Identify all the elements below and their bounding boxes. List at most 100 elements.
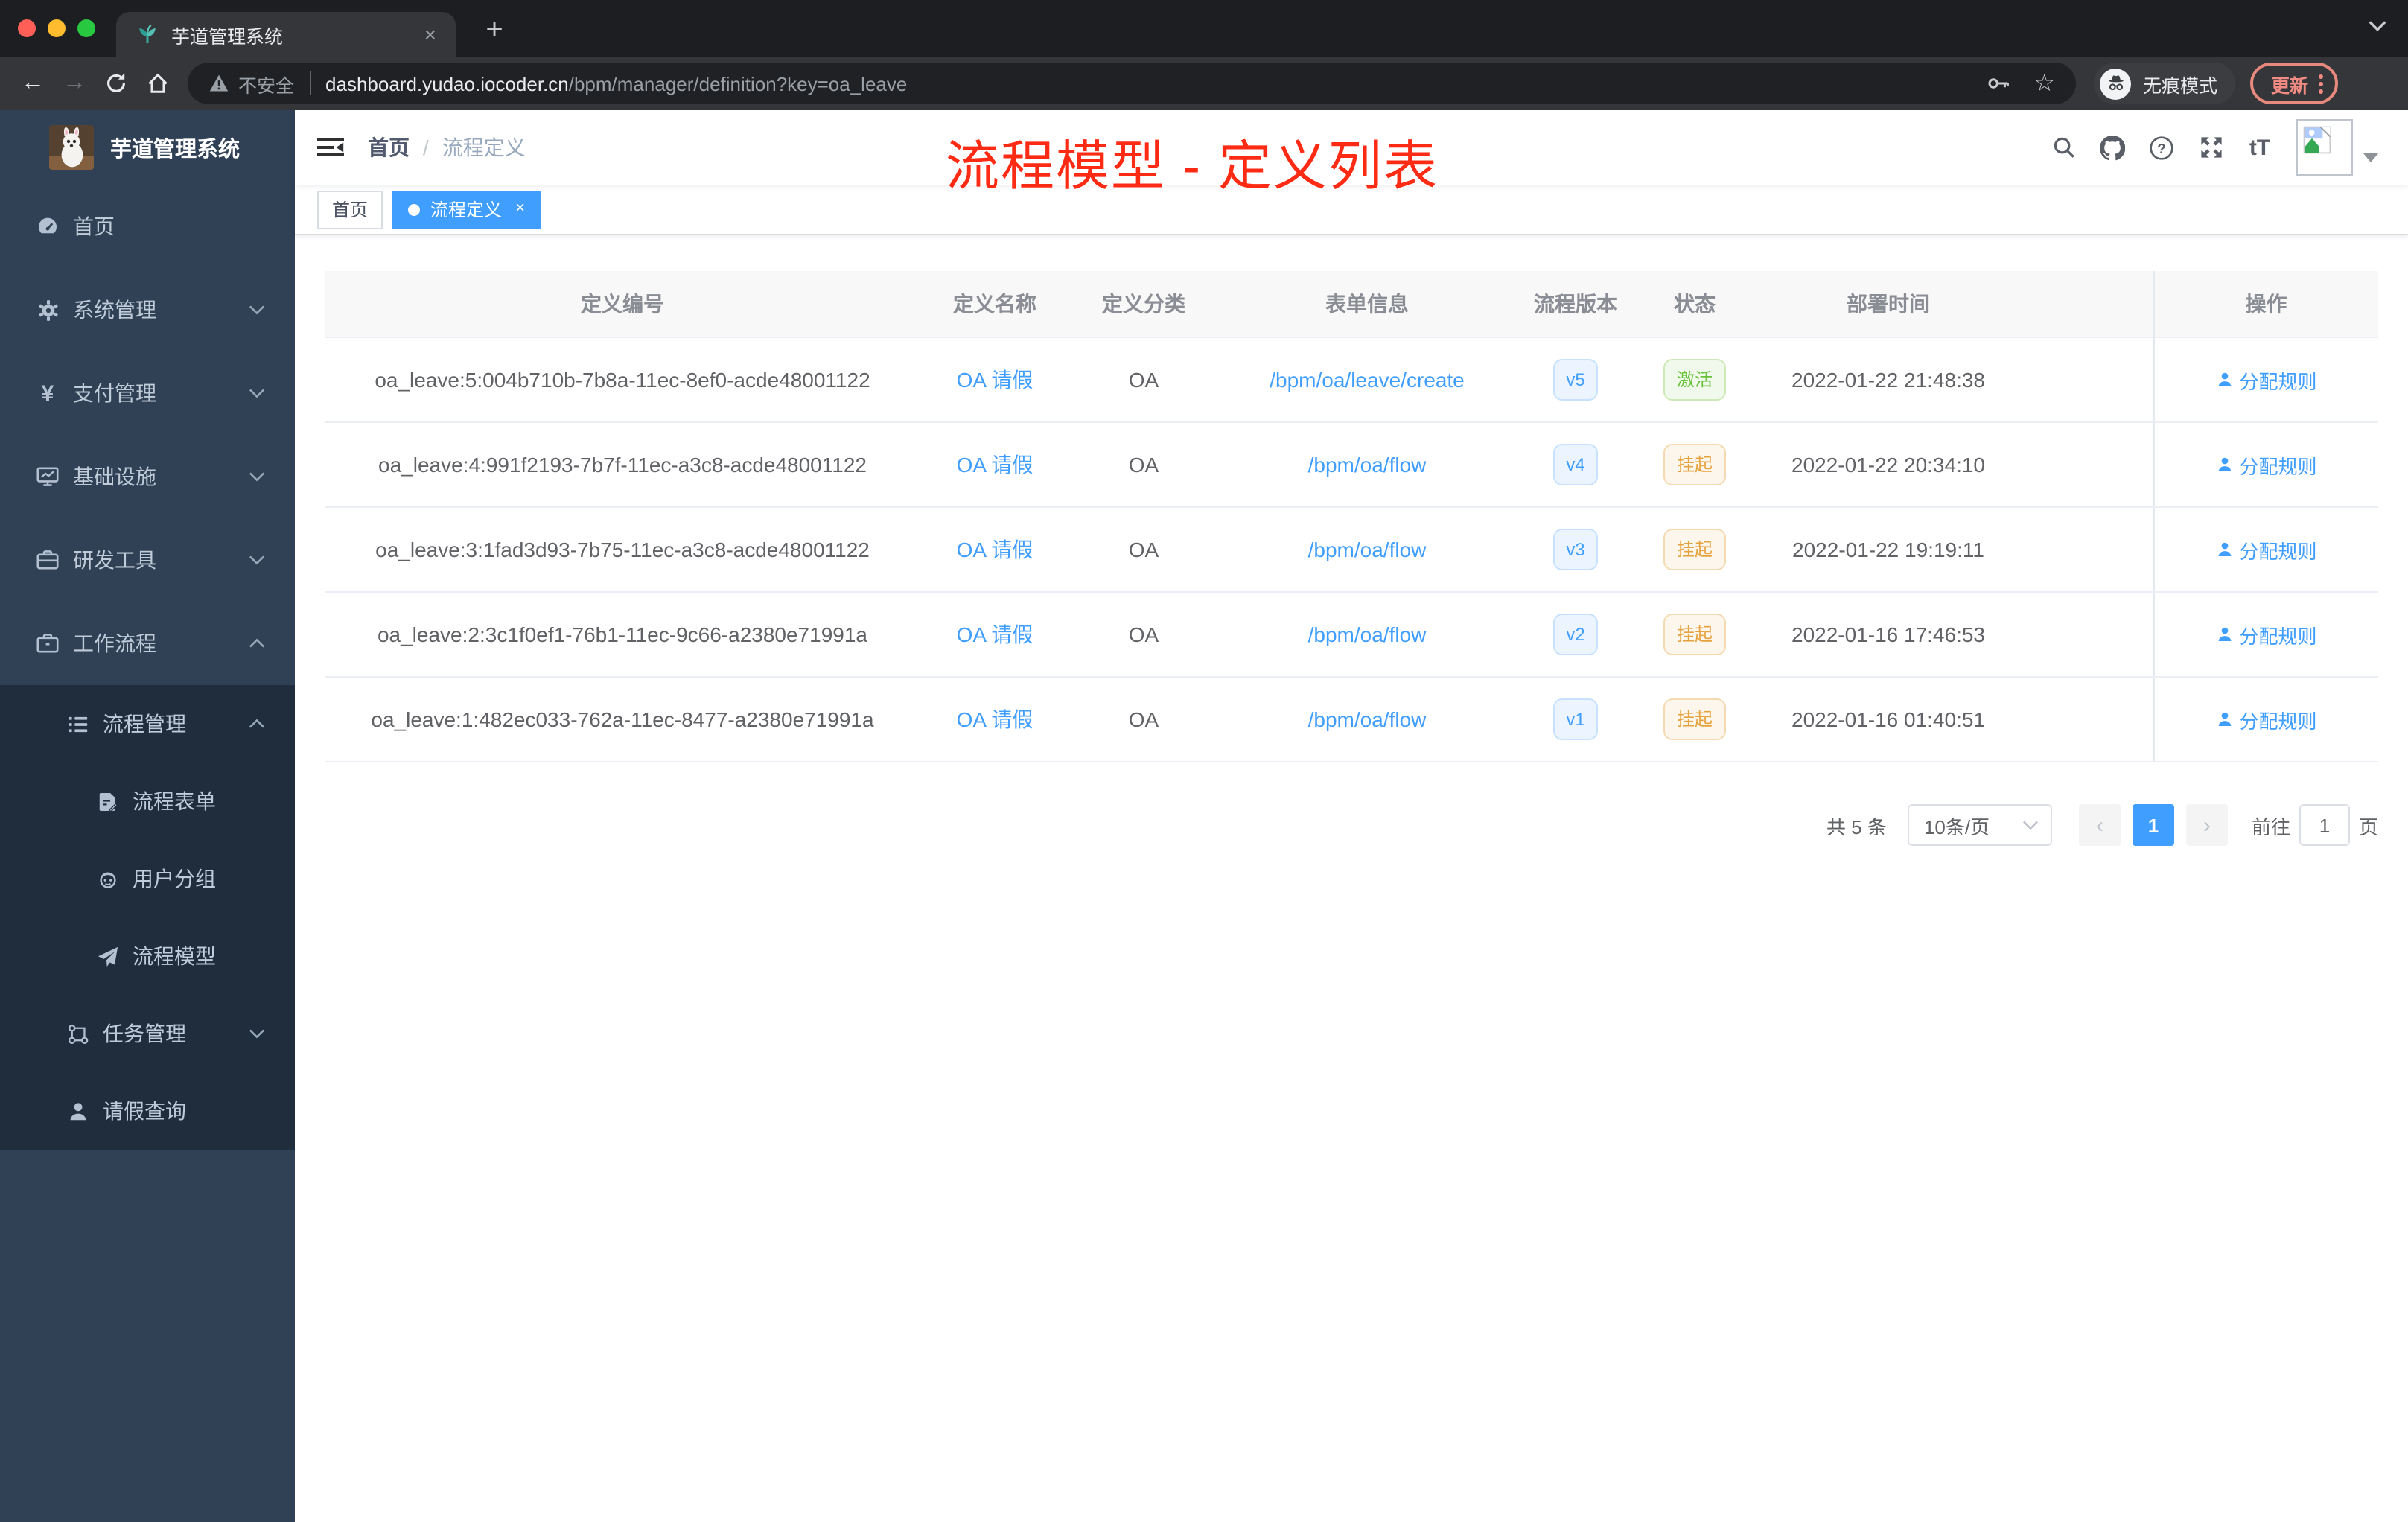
assign-rule-button[interactable]: 分配规则: [2215, 620, 2317, 649]
definition-name-link[interactable]: OA 请假: [957, 453, 1033, 477]
prev-page-button[interactable]: ‹: [2078, 804, 2121, 846]
cell-deployed-at: 2022-01-16 17:46:53: [1754, 592, 2022, 678]
tag-label: 首页: [332, 200, 369, 220]
page-size-value: 10条/页: [1923, 815, 1990, 838]
cell-category: OA: [1069, 592, 1218, 678]
chevron-up-icon: [249, 637, 265, 649]
definition-name-link[interactable]: OA 请假: [957, 538, 1033, 561]
reload-icon[interactable]: [95, 63, 137, 104]
next-page-button[interactable]: ›: [2185, 804, 2228, 846]
page-content: 定义编号 定义名称 定义分类 表单信息 流程版本 状态 部署时间 操作 oa_l…: [295, 235, 2408, 1522]
new-tab-button[interactable]: +: [474, 9, 515, 51]
sidebar-item-workflow[interactable]: 工作流程: [0, 602, 295, 685]
favicon-plant-icon: [136, 22, 159, 46]
version-badge[interactable]: v1: [1552, 698, 1599, 740]
tag-home[interactable]: 首页: [317, 190, 383, 229]
fullscreen-icon[interactable]: [2186, 110, 2235, 185]
sidebar-item-process-management[interactable]: 流程管理: [0, 685, 295, 762]
sidebar-item-label: 研发工具: [73, 548, 156, 572]
sidebar-item-user-group[interactable]: 用户分组: [0, 840, 295, 917]
forward-icon[interactable]: →: [54, 63, 95, 104]
zoom-window-button[interactable]: [77, 19, 95, 37]
sidebar-item-home[interactable]: 首页: [0, 185, 295, 268]
sidebar-item-system[interactable]: 系统管理: [0, 268, 295, 351]
chevron-down-icon: [249, 304, 265, 316]
avatar-dropdown-caret-icon[interactable]: [2363, 153, 2378, 162]
version-badge[interactable]: v2: [1552, 614, 1599, 655]
flow-tree-icon: [66, 1022, 89, 1045]
not-secure-warning-icon: [208, 73, 229, 94]
form-link[interactable]: /bpm/oa/leave/create: [1270, 368, 1465, 392]
search-icon[interactable]: [2039, 110, 2088, 185]
sidebar-fold-icon[interactable]: [317, 136, 344, 159]
version-badge[interactable]: v3: [1552, 529, 1599, 570]
tab-search-chevron-icon[interactable]: [2368, 19, 2387, 33]
tag-label: 流程定义: [430, 200, 503, 220]
current-page-button[interactable]: 1: [2132, 804, 2174, 846]
cell-category: OA: [1069, 337, 1218, 423]
chevron-down-icon: [249, 554, 265, 566]
pagination: 共 5 条 10条/页 ‹ 1 › 前往 1 页: [325, 804, 2378, 846]
definition-name-link[interactable]: OA 请假: [957, 623, 1033, 646]
form-link[interactable]: /bpm/oa/flow: [1308, 707, 1427, 731]
back-icon[interactable]: ←: [12, 63, 54, 104]
address-bar[interactable]: 不安全 dashboard.yudao.iocoder.cn/bpm/manag…: [188, 63, 2076, 104]
pagination-total: 共 5 条: [1826, 815, 1887, 838]
sidebar-item-process-form[interactable]: 流程表单: [0, 762, 295, 840]
breadcrumb-home[interactable]: 首页: [368, 133, 410, 162]
user-icon: [2218, 372, 2231, 386]
tag-close-icon[interactable]: ×: [515, 200, 525, 217]
browser-tab[interactable]: 芋道管理系统 ×: [116, 12, 456, 57]
not-secure-label[interactable]: 不安全: [238, 69, 294, 98]
cell-category: OA: [1069, 677, 1218, 762]
sidebar-logo[interactable]: 芋道管理系统: [0, 110, 295, 185]
tab-close-icon[interactable]: ×: [420, 22, 441, 46]
github-icon[interactable]: [2088, 110, 2137, 185]
sidebar-item-task-management[interactable]: 任务管理: [0, 995, 295, 1072]
sidebar-item-process-model[interactable]: 流程模型: [0, 917, 295, 995]
column-header-category: 定义分类: [1069, 271, 1218, 338]
form-link[interactable]: /bpm/oa/flow: [1308, 453, 1427, 477]
password-key-icon[interactable]: [1986, 71, 2010, 95]
breadcrumb-current: 流程定义: [442, 136, 526, 159]
user-icon: [2218, 627, 2231, 641]
sidebar-item-label: 支付管理: [73, 381, 156, 405]
home-icon[interactable]: [137, 63, 179, 104]
close-window-button[interactable]: [18, 19, 36, 37]
minimize-window-button[interactable]: [48, 19, 66, 37]
text-size-icon[interactable]: tT: [2235, 110, 2284, 185]
browser-update-button[interactable]: 更新: [2250, 63, 2339, 104]
assign-rule-button[interactable]: 分配规则: [2215, 705, 2317, 733]
sidebar-item-dev-tools[interactable]: 研发工具: [0, 518, 295, 602]
assign-rule-button[interactable]: 分配规则: [2215, 366, 2317, 394]
sidebar-item-infrastructure[interactable]: 基础设施: [0, 435, 295, 518]
cell-deployed-at: 2022-01-22 21:48:38: [1754, 337, 2022, 423]
table-row: oa_leave:4:991f2193-7b7f-11ec-a3c8-acde4…: [325, 422, 2378, 508]
page-size-select[interactable]: 10条/页: [1907, 804, 2052, 846]
sidebar-item-leave-query[interactable]: 请假查询: [0, 1072, 295, 1150]
form-link[interactable]: /bpm/oa/flow: [1308, 538, 1427, 561]
yen-icon: ¥: [41, 380, 54, 406]
help-question-icon[interactable]: ?: [2137, 110, 2186, 185]
definition-name-link[interactable]: OA 请假: [957, 368, 1033, 392]
bookmark-star-icon[interactable]: ☆: [2033, 69, 2055, 98]
chevron-down-icon: [249, 1028, 265, 1039]
assign-rule-button[interactable]: 分配规则: [2215, 535, 2317, 564]
sidebar-item-payment[interactable]: ¥ 支付管理: [0, 351, 295, 435]
form-link[interactable]: /bpm/oa/flow: [1308, 623, 1427, 646]
tag-process-definition[interactable]: 流程定义 ×: [392, 190, 541, 229]
goto-page-input[interactable]: 1: [2299, 804, 2350, 846]
browser-menu-icon[interactable]: [2319, 74, 2324, 93]
version-badge[interactable]: v4: [1552, 444, 1599, 485]
tab-title: 芋道管理系统: [171, 26, 284, 47]
page-url[interactable]: dashboard.yudao.iocoder.cn/bpm/manager/d…: [325, 72, 907, 95]
robot-face-icon: [95, 867, 119, 891]
chevron-down-icon: [249, 387, 265, 399]
version-badge[interactable]: v5: [1552, 359, 1599, 401]
definition-name-link[interactable]: OA 请假: [957, 707, 1033, 731]
avatar[interactable]: [2296, 119, 2353, 176]
screen: 芋道管理系统 × + ← → 不安全 dashboard.yudao.iocod…: [0, 0, 2408, 1522]
assign-rule-button[interactable]: 分配规则: [2215, 450, 2317, 479]
window-controls[interactable]: [18, 19, 95, 37]
cell-deployed-at: 2022-01-16 01:40:51: [1754, 677, 2022, 762]
